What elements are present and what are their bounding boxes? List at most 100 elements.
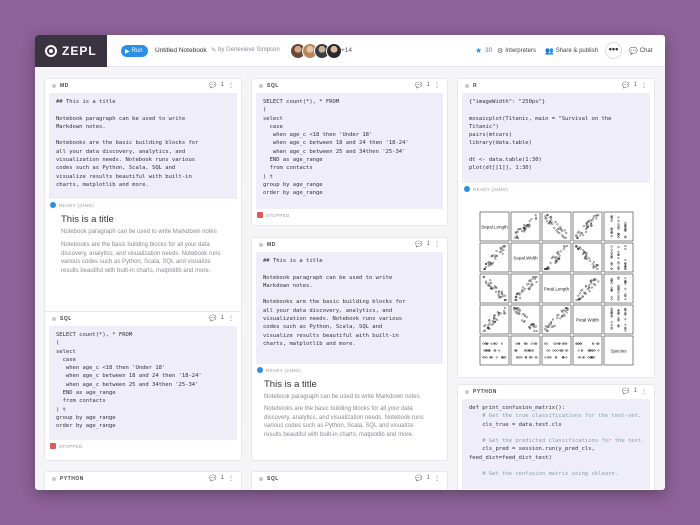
drag-handle-icon[interactable] xyxy=(52,317,56,321)
code-line: def print_confusion_matrix(): xyxy=(469,405,566,411)
drag-handle-icon[interactable] xyxy=(52,477,56,481)
paragraph-md-2[interactable]: MD 💬 1 ⋮ ## This is a title Notebook parag… xyxy=(252,238,447,460)
comment-count: 1 xyxy=(633,388,637,394)
run-button[interactable]: ▶ Run xyxy=(121,45,148,57)
comment-count: 1 xyxy=(633,82,637,88)
paragraph-status: READY (24MS) xyxy=(266,367,302,373)
interpreters-label: Interpreters xyxy=(505,48,536,54)
comment-icon[interactable]: 💬 xyxy=(209,82,216,89)
comment-count: 1 xyxy=(220,475,224,481)
comment-icon[interactable]: 💬 xyxy=(622,388,629,395)
pairs-panel xyxy=(479,304,510,335)
drag-handle-icon[interactable] xyxy=(259,84,263,88)
paragraph-status: READY (24MS) xyxy=(473,186,509,192)
comment-count: 1 xyxy=(220,315,224,321)
interpreters-button[interactable]: ⚙ Interpreters xyxy=(497,47,536,55)
pairs-plot: Sepal.Length Sepal.Width Petal.Length Petal… xyxy=(479,211,634,366)
paragraph-menu-icon[interactable]: ⋮ xyxy=(434,241,440,248)
paragraph-md-1[interactable]: MD 💬 1 ⋮ ## This is a title Notebook parag… xyxy=(45,79,241,334)
chat-button[interactable]: 💬 Chat xyxy=(629,47,652,55)
code-editor[interactable]: SELECT count(*), * FROM ( select case wh… xyxy=(256,93,443,209)
comment-count: 1 xyxy=(426,475,430,481)
code-line: # Get the confusion matrix using sklearn… xyxy=(469,471,619,478)
logo-text: ZEPL xyxy=(62,44,97,58)
drag-handle-icon[interactable] xyxy=(259,477,263,481)
people-icon: 👥 xyxy=(545,48,554,55)
comment-icon[interactable]: 💬 xyxy=(209,475,216,482)
zepl-logo[interactable]: ZEPL xyxy=(35,35,107,67)
paragraph-lang: SQL xyxy=(267,83,279,89)
edit-pencil-icon[interactable]: ✎ xyxy=(211,46,216,54)
code-editor[interactable]: ## This is a title Notebook paragraph ca… xyxy=(49,93,237,199)
paragraph-python-1[interactable]: PYTHON 💬 1 ⋮ def print_confusion_matrix():… xyxy=(458,385,654,490)
pairs-label: Petal.Width xyxy=(576,318,600,323)
header-bar: ZEPL ▶ Run Untitled Notebook ✎ by Genevi… xyxy=(35,35,665,67)
notebook-window: ZEPL ▶ Run Untitled Notebook ✎ by Genevi… xyxy=(35,35,665,490)
comment-count: 1 xyxy=(220,82,224,88)
pairs-label: Species xyxy=(610,349,627,354)
drag-handle-icon[interactable] xyxy=(465,84,469,88)
notebook-author: by Genevieve Simpson xyxy=(218,47,280,53)
paragraph-menu-icon[interactable]: ⋮ xyxy=(641,82,647,89)
star-icon[interactable]: ★ xyxy=(475,46,482,55)
code-line: # Get the predicted classifications for … xyxy=(469,438,645,445)
paragraph-sql-bottom[interactable]: SQL 💬 1 ⋮ xyxy=(252,472,447,490)
paragraph-menu-icon[interactable]: ⋮ xyxy=(228,315,234,322)
run-paragraph-icon[interactable] xyxy=(257,367,263,373)
notebook-title[interactable]: Untitled Notebook xyxy=(155,47,207,54)
output-title: This is a title xyxy=(264,379,317,390)
paragraph-lang: R xyxy=(473,83,478,89)
paragraph-sql-2[interactable]: SQL 💬 1 ⋮ SELECT count(*), * FROM ( select… xyxy=(252,79,447,225)
comment-icon[interactable]: 💬 xyxy=(622,82,629,89)
comment-count: 1 xyxy=(426,82,430,88)
play-icon: ▶ xyxy=(125,48,130,55)
code-editor[interactable]: def print_confusion_matrix(): # Get the … xyxy=(462,399,650,489)
paragraph-status: READY (24MS) xyxy=(59,202,95,208)
avatar[interactable] xyxy=(326,43,342,59)
chat-bubble-icon: 💬 xyxy=(629,48,638,55)
stop-icon[interactable] xyxy=(257,212,263,218)
paragraph-menu-icon[interactable]: ⋮ xyxy=(434,82,440,89)
code-line: cls_pred = session.run(y_pred_cls, xyxy=(469,446,595,453)
paragraph-menu-icon[interactable]: ⋮ xyxy=(228,82,234,89)
paragraph-menu-icon[interactable]: ⋮ xyxy=(641,388,647,395)
pairs-label: Petal.Length xyxy=(544,287,570,292)
comment-icon[interactable]: 💬 xyxy=(209,315,216,322)
pairs-label: Sepal.Length xyxy=(481,225,508,230)
paragraph-lang: PYTHON xyxy=(473,389,497,395)
share-label: Share & publish xyxy=(555,48,599,54)
comment-icon[interactable]: 💬 xyxy=(415,82,422,89)
more-menu-button[interactable]: ••• xyxy=(605,42,622,59)
code-line: feed_dict=feed_dict_test) xyxy=(469,454,552,461)
gear-icon: ⚙ xyxy=(497,48,504,55)
output-title: This is a title xyxy=(61,214,114,225)
run-paragraph-icon[interactable] xyxy=(464,186,470,192)
paragraph-python-bottom[interactable]: PYTHON 💬 1 ⋮ xyxy=(45,472,241,490)
comment-icon[interactable]: 💬 xyxy=(415,241,422,248)
drag-handle-icon[interactable] xyxy=(52,84,56,88)
drag-handle-icon[interactable] xyxy=(259,243,263,247)
share-publish-button[interactable]: 👥 Share & publish xyxy=(545,47,598,55)
paragraph-menu-icon[interactable]: ⋮ xyxy=(434,475,440,482)
star-count: 30 xyxy=(485,47,493,54)
paragraph-lang: PYTHON xyxy=(60,476,84,482)
paragraph-sql-1[interactable]: SQL 💬 1 ⋮ SELECT count(*), * FROM ( select… xyxy=(45,312,241,460)
paragraph-status: STOPPED xyxy=(59,443,83,449)
paragraph-lang: MD xyxy=(267,242,276,248)
paragraph-menu-icon[interactable]: ⋮ xyxy=(228,475,234,482)
drag-handle-icon[interactable] xyxy=(465,390,469,394)
paragraph-r-1[interactable]: R 💬 1 ⋮ {"imageWidth": "250px"} mosaicplot… xyxy=(458,79,654,377)
code-editor[interactable]: SELECT count(*), * FROM ( select case wh… xyxy=(49,326,237,440)
pairs-panel xyxy=(510,211,541,242)
stop-icon[interactable] xyxy=(50,443,56,449)
collaborator-avatars[interactable] xyxy=(290,43,342,59)
more-collaborators-count[interactable]: +14 xyxy=(341,47,352,54)
run-label: Run xyxy=(131,48,143,54)
code-editor[interactable]: ## This is a title Notebook paragraph ca… xyxy=(256,252,443,364)
code-editor[interactable]: {"imageWidth": "250px"} mosaicplot(Titan… xyxy=(462,93,650,183)
pairs-label: Sepal.Width xyxy=(513,256,538,261)
run-paragraph-icon[interactable] xyxy=(50,202,56,208)
comment-icon[interactable]: 💬 xyxy=(415,475,422,482)
